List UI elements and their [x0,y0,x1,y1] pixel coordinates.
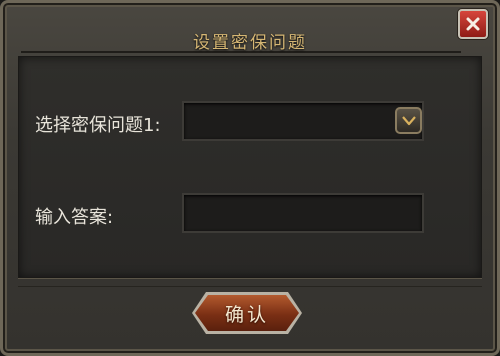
security-question-label: 选择密保问题1: [35,115,161,136]
confirm-button-face: 确认 [195,295,299,331]
answer-label: 输入答案: [35,207,114,228]
form-panel [18,56,482,278]
dropdown-button[interactable] [395,107,422,134]
security-question-select[interactable] [182,101,424,141]
close-button[interactable] [458,9,488,39]
dialog-title: 设置密保问题 [193,33,307,53]
answer-input[interactable] [182,193,424,233]
close-icon [466,17,480,31]
confirm-button[interactable]: 确认 [192,292,302,334]
chevron-down-icon [401,115,416,125]
confirm-button-label: 确认 [224,303,269,326]
